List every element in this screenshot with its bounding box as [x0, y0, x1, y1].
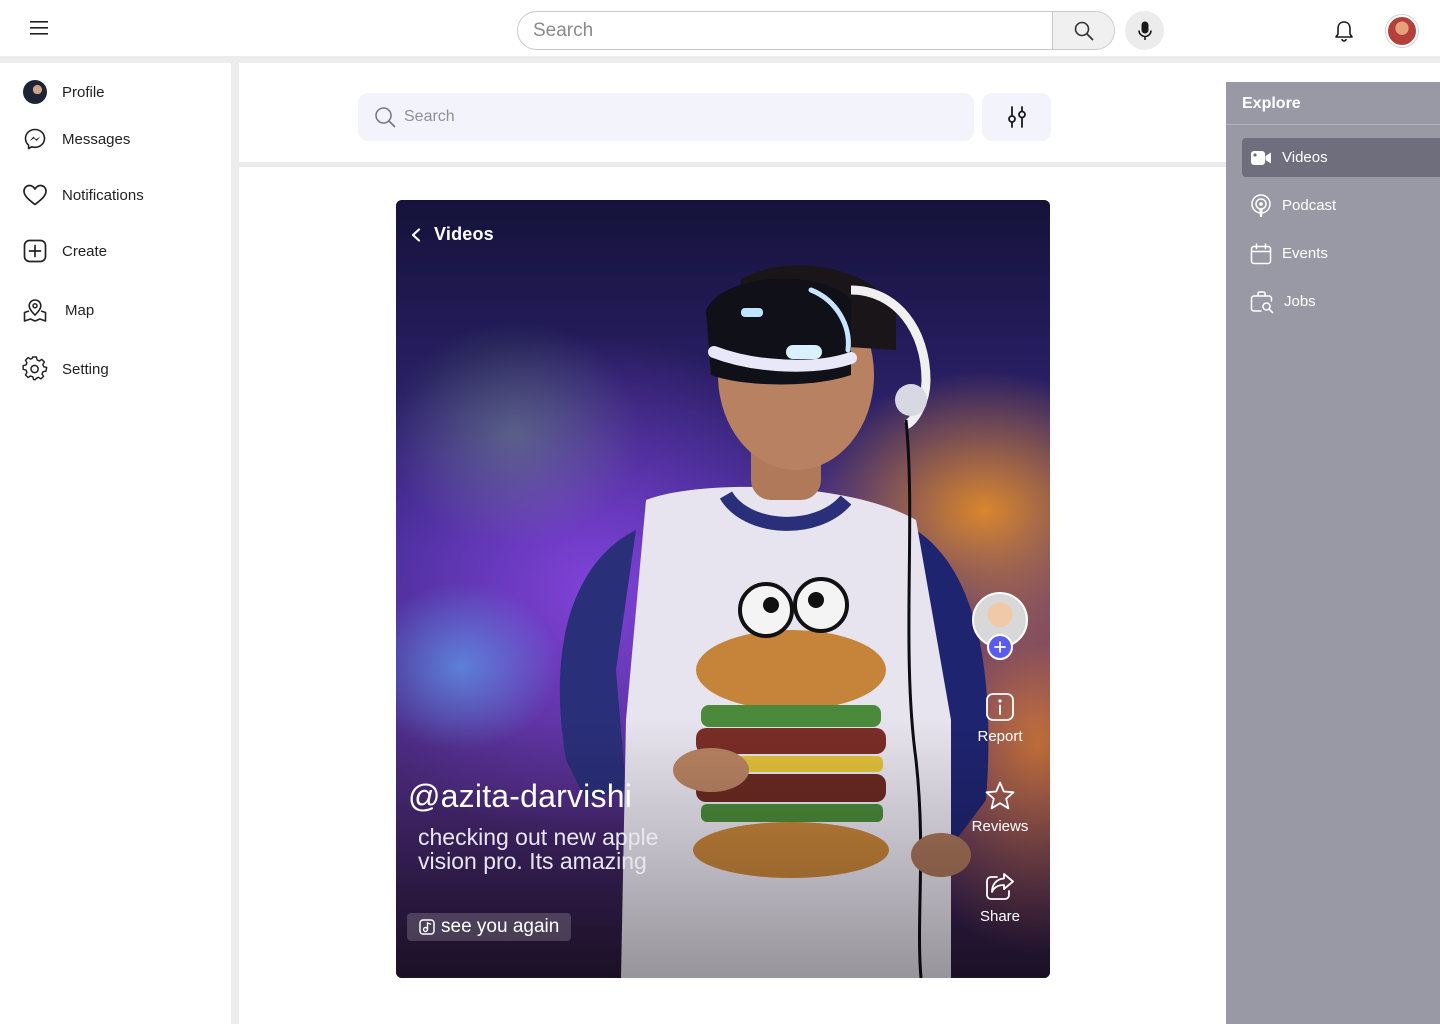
explore-title: Explore [1242, 95, 1301, 112]
top-search-bar [517, 11, 1115, 50]
music-note-icon [419, 919, 435, 935]
profile-avatar [22, 79, 48, 105]
follow-creator-button[interactable] [987, 634, 1013, 660]
voice-search-button[interactable] [1125, 11, 1164, 50]
notifications-bell-button[interactable] [1330, 17, 1358, 45]
briefcase-search-icon [1250, 290, 1274, 313]
sidebar-item-label: Map [65, 301, 95, 319]
map-pin-icon [22, 297, 48, 323]
video-sound-chip[interactable]: see you again [407, 913, 572, 941]
video-author-handle[interactable]: @azita-darvishi [408, 778, 632, 815]
hamburger-icon [30, 21, 48, 35]
reviews-button[interactable]: Reviews [960, 780, 1040, 835]
sidebar-item-label: Setting [62, 360, 109, 378]
sidebar-divider [231, 63, 239, 1024]
sidebar-item-label: Create [62, 242, 108, 260]
gear-icon [22, 356, 48, 382]
search-icon [375, 107, 396, 128]
explore-item-jobs[interactable]: Jobs [1242, 282, 1440, 321]
main-search-bar [358, 93, 974, 141]
explore-item-label: Events [1282, 245, 1328, 262]
explore-item-events[interactable]: Events [1242, 234, 1440, 273]
share-icon [986, 873, 1014, 900]
sidebar-item-profile[interactable]: Profile [22, 78, 105, 106]
plus-square-icon [22, 238, 48, 264]
video-caption: checking out new apple vision pro. Its a… [418, 824, 659, 874]
explore-divider [1226, 124, 1440, 125]
sidebar-item-label: Notifications [62, 186, 144, 204]
sidebar-item-create[interactable]: Create [22, 237, 107, 265]
share-button[interactable]: Share [960, 870, 1040, 925]
heart-icon [22, 182, 48, 208]
user-avatar[interactable] [1386, 15, 1418, 47]
top-search-input[interactable] [518, 12, 1052, 49]
sliders-icon [1007, 106, 1026, 128]
reviews-label: Reviews [971, 818, 1029, 835]
topbar-divider [0, 56, 1440, 63]
sidebar-item-setting[interactable]: Setting [22, 355, 109, 383]
sidebar-item-label: Messages [62, 130, 131, 148]
microphone-icon [1137, 21, 1152, 40]
sidebar-item-messages[interactable]: Messages [22, 125, 130, 153]
explore-item-podcast[interactable]: Podcast [1242, 186, 1440, 225]
video-player[interactable]: Videos @azita-darvishi checking out new … [396, 200, 1050, 978]
video-back-button[interactable]: Videos [410, 224, 494, 245]
explore-item-videos[interactable]: Videos [1242, 138, 1440, 177]
video-camera-icon [1251, 150, 1271, 165]
plus-icon [994, 641, 1006, 653]
sidebar-item-notifications[interactable]: Notifications [22, 181, 144, 209]
top-search-button[interactable] [1052, 12, 1114, 49]
main-divider [239, 162, 1226, 167]
sidebar-item-label: Profile [62, 83, 105, 101]
filter-button[interactable] [982, 93, 1051, 141]
messenger-icon [22, 126, 48, 152]
explore-item-label: Podcast [1282, 197, 1337, 214]
calendar-icon [1250, 242, 1272, 264]
podcast-icon [1251, 193, 1271, 217]
explore-panel: Explore Videos Podcast Events Jobs [1226, 82, 1440, 1024]
star-icon [985, 781, 1015, 810]
hamburger-menu-button[interactable] [22, 15, 56, 41]
share-label: Share [979, 908, 1021, 925]
top-bar [0, 0, 1440, 56]
report-label: Report [977, 728, 1023, 745]
bell-icon [1335, 21, 1353, 42]
main-search-input[interactable] [404, 108, 974, 126]
video-sound-label: see you again [441, 916, 560, 937]
explore-item-label: Jobs [1284, 293, 1316, 310]
search-icon [1074, 21, 1093, 40]
report-button[interactable]: Report [960, 692, 1040, 745]
sidebar-item-map[interactable]: Map [22, 296, 94, 324]
info-icon [986, 693, 1014, 721]
chevron-left-icon [411, 227, 421, 242]
video-back-label: Videos [434, 224, 494, 244]
explore-item-label: Videos [1282, 149, 1328, 166]
